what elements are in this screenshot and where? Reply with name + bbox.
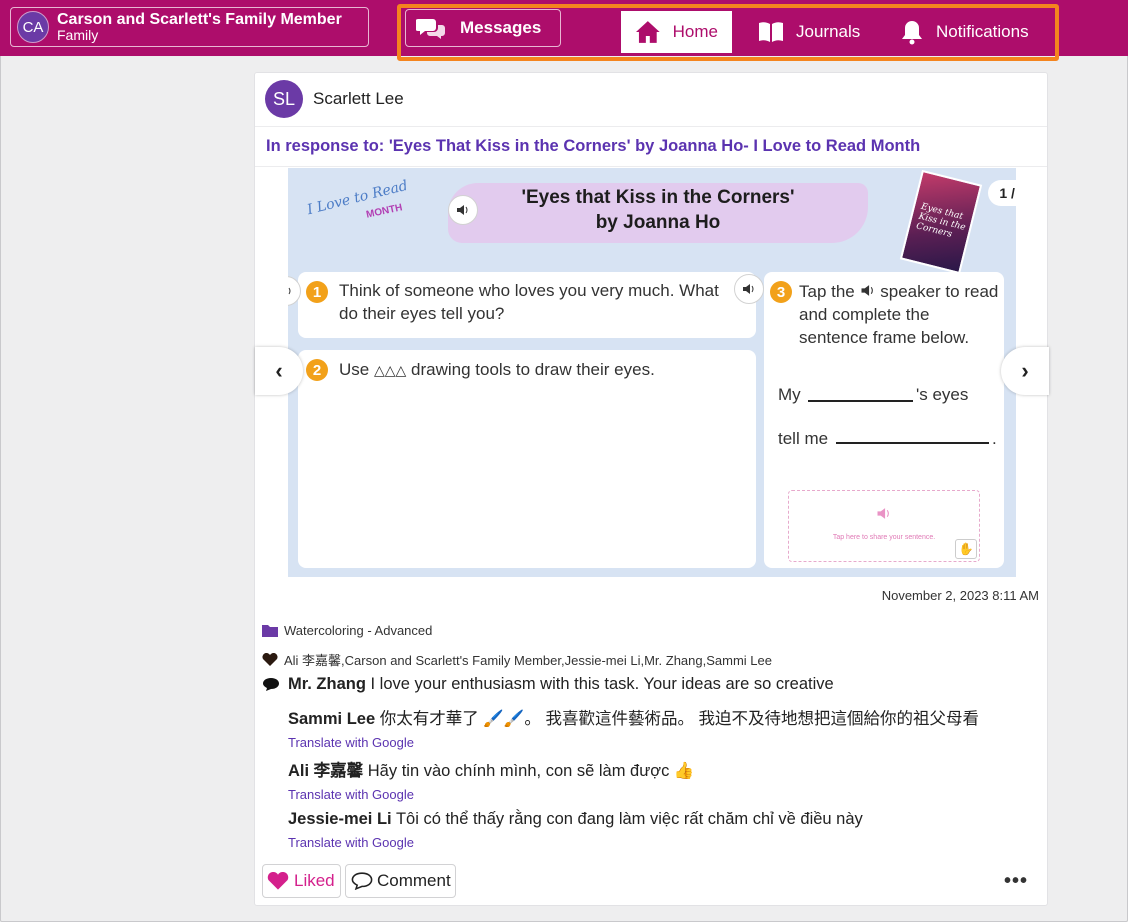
comment-author: Mr. Zhang bbox=[288, 675, 366, 693]
frame-my: My bbox=[778, 385, 801, 404]
divider bbox=[255, 166, 1047, 167]
comment-text: 你太有才華了 🖌️🖌️。 我喜歡這件藝術品。 我迫不及待地想把這個給你的祖父母看 bbox=[379, 710, 980, 728]
step3-text: Tap the speaker to read and complete the… bbox=[799, 281, 999, 350]
author-name: Scarlett Lee bbox=[313, 89, 404, 108]
account-avatar: CA bbox=[17, 11, 49, 43]
frame-eyes: 's eyes bbox=[916, 385, 969, 404]
speaker-icon[interactable] bbox=[448, 195, 478, 225]
chevron-right-icon: › bbox=[1021, 358, 1029, 383]
prev-page-button[interactable]: ‹ bbox=[255, 347, 303, 395]
book-cover-title: Eyes that Kiss in the Corners bbox=[915, 201, 967, 240]
folder-row: Watercoloring - Advanced bbox=[262, 623, 432, 638]
comment-item: Mr. Zhang I love your enthusiasm with th… bbox=[262, 675, 834, 694]
post-author: SL Scarlett Lee bbox=[265, 80, 404, 118]
account-name: Carson and Scarlett's Family Member bbox=[57, 10, 342, 28]
likes-row: Ali 李嘉馨,Carson and Scarlett's Family Mem… bbox=[262, 650, 772, 669]
step2-number: 2 bbox=[306, 359, 328, 381]
comment-author: Ali 李嘉馨 bbox=[288, 762, 364, 780]
activity-title-line2: by Joanna Ho bbox=[595, 211, 721, 233]
account-switcher[interactable]: CA Carson and Scarlett's Family Member F… bbox=[10, 7, 369, 47]
chevron-left-icon: ‹ bbox=[275, 358, 283, 383]
speaker-icon bbox=[861, 285, 873, 296]
frame-period: . bbox=[992, 429, 997, 448]
highlight-box bbox=[397, 4, 1059, 61]
step1-text: Think of someone who loves you very much… bbox=[339, 281, 719, 323]
like-label: Liked bbox=[294, 871, 335, 890]
comment-label: Comment bbox=[377, 871, 451, 890]
translate-link[interactable]: Translate with Google bbox=[288, 787, 694, 802]
drawing-area[interactable] bbox=[298, 350, 756, 568]
comment-author: Sammi Lee bbox=[288, 710, 376, 728]
more-icon: ••• bbox=[1003, 869, 1028, 892]
account-role: Family bbox=[57, 27, 99, 44]
comment-item: Ali 李嘉馨 Hãy tin vào chính mình, con sẽ l… bbox=[288, 757, 694, 802]
blank-line-2 bbox=[836, 442, 989, 444]
journal-post-card: SL Scarlett Lee In response to: 'Eyes Th… bbox=[254, 72, 1049, 906]
frame-tell: tell me bbox=[778, 429, 829, 448]
comment-item: Sammi Lee 你太有才華了 🖌️🖌️。 我喜歡這件藝術品。 我迫不及待地想… bbox=[288, 705, 979, 750]
heart-icon bbox=[267, 871, 289, 890]
speaker-icon bbox=[877, 508, 889, 519]
step3-number: 3 bbox=[770, 281, 792, 303]
comment-icon bbox=[263, 678, 279, 691]
step2-text-pre: Use bbox=[339, 360, 370, 379]
activity-image: I Love to Read MONTH 'Eyes that Kiss in … bbox=[288, 168, 1016, 577]
next-page-button[interactable]: › bbox=[1001, 347, 1049, 395]
reading-month-logo-month: MONTH bbox=[365, 202, 404, 221]
comment-text: I love your enthusiasm with this task. Y… bbox=[370, 675, 834, 693]
hand-icon: ✋ bbox=[955, 539, 977, 559]
blank-line-1 bbox=[808, 400, 913, 402]
comment-text: Hãy tin vào chính mình, con sẽ làm được … bbox=[367, 762, 695, 780]
step3-text-a: Tap the bbox=[799, 282, 855, 301]
book-cover: Eyes that Kiss in the Corners bbox=[899, 169, 983, 275]
likes-list: Ali 李嘉馨,Carson and Scarlett's Family Mem… bbox=[284, 653, 772, 668]
page-counter: 1 / 2 bbox=[988, 180, 1016, 206]
divider bbox=[255, 126, 1047, 127]
response-link[interactable]: In response to: 'Eyes That Kiss in the C… bbox=[266, 137, 920, 156]
activity-title-line1: 'Eyes that Kiss in the Corners' bbox=[521, 187, 795, 208]
speaker-icon[interactable] bbox=[734, 274, 764, 304]
step2-text: Use △△△ drawing tools to draw their eyes… bbox=[339, 359, 739, 382]
step2-text-post: drawing tools to draw their eyes. bbox=[411, 360, 655, 379]
heart-icon bbox=[262, 652, 278, 666]
translate-link[interactable]: Translate with Google bbox=[288, 835, 863, 850]
folder-icon bbox=[262, 625, 278, 637]
translate-link[interactable]: Translate with Google bbox=[288, 735, 979, 750]
author-avatar: SL bbox=[265, 80, 303, 118]
step1-number: 1 bbox=[306, 281, 328, 303]
share-sentence-box[interactable]: Tap here to share your sentence. ✋ bbox=[788, 490, 980, 562]
comment-text: Tôi có thể thấy rằng con đang làm việc r… bbox=[395, 810, 863, 828]
like-button[interactable]: Liked bbox=[262, 864, 341, 898]
comment-icon bbox=[351, 872, 373, 890]
drawing-tools-icon: △△△ bbox=[373, 362, 407, 378]
more-options-button[interactable]: ••• bbox=[1003, 870, 1029, 892]
comment-author: Jessie-mei Li bbox=[288, 810, 392, 828]
comment-item: Jessie-mei Li Tôi có thể thấy rằng con đ… bbox=[288, 810, 863, 850]
folder-name[interactable]: Watercoloring - Advanced bbox=[284, 623, 432, 638]
activity-title: 'Eyes that Kiss in the Corners' by Joann… bbox=[478, 186, 838, 235]
comment-button[interactable]: Comment bbox=[345, 864, 456, 898]
post-timestamp: November 2, 2023 8:11 AM bbox=[881, 588, 1039, 603]
share-sentence-text: Tap here to share your sentence. bbox=[832, 534, 936, 541]
